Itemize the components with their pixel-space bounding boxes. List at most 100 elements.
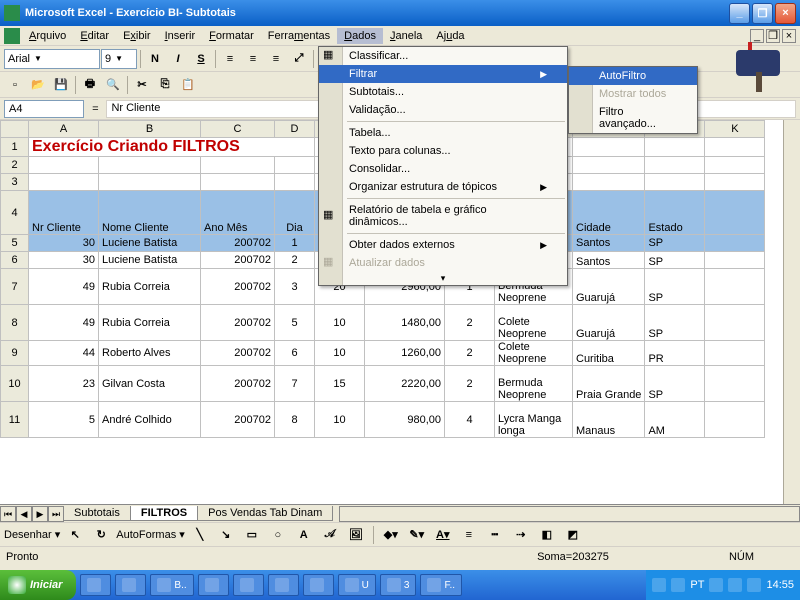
- menu-item[interactable]: ▦Relatório de tabela e gráfico dinâmicos…: [319, 201, 567, 231]
- 3d-button[interactable]: ◩: [562, 524, 584, 546]
- sheet-tab[interactable]: Subtotais: [63, 506, 131, 521]
- tab-nav-next[interactable]: ▶: [32, 506, 48, 522]
- menu-item[interactable]: ▦Classificar...: [319, 47, 567, 65]
- paste-button[interactable]: 📋: [177, 74, 199, 96]
- name-box[interactable]: A4: [4, 100, 84, 118]
- maximize-button[interactable]: ❐: [752, 3, 773, 24]
- oval-button[interactable]: ○: [267, 524, 289, 546]
- doc-close-button[interactable]: ×: [782, 29, 796, 43]
- system-tray[interactable]: PT 14:55: [646, 570, 800, 600]
- line-style-button[interactable]: ≡: [458, 524, 480, 546]
- status-sum: Soma=203275: [537, 551, 609, 563]
- menu-arquivo[interactable]: Arquivo: [22, 28, 73, 44]
- submenu-item[interactable]: Filtro avançado...: [569, 103, 697, 133]
- table-row[interactable]: 9 44Roberto Alves200702 6101260,00 2Cole…: [1, 341, 765, 366]
- shadow-button[interactable]: ◧: [536, 524, 558, 546]
- close-button[interactable]: ×: [775, 3, 796, 24]
- menu-item[interactable]: Consolidar...: [319, 160, 567, 178]
- wordart-button[interactable]: 𝒜: [319, 524, 341, 546]
- menu-item[interactable]: Subtotais...: [319, 83, 567, 101]
- menu-item[interactable]: Filtrar▶: [319, 65, 567, 83]
- tab-nav-first[interactable]: ⏮: [0, 506, 16, 522]
- menu-ferramentas[interactable]: Ferramentas: [261, 28, 337, 44]
- rotate-button[interactable]: ↻: [90, 524, 112, 546]
- taskbar-item[interactable]: [268, 574, 299, 596]
- taskbar-item[interactable]: [198, 574, 229, 596]
- arrow-button[interactable]: ↘: [215, 524, 237, 546]
- table-row[interactable]: 8 49Rubia Correia200702 5101480,00 2Cole…: [1, 305, 765, 341]
- new-button[interactable]: ▫: [4, 74, 26, 96]
- cut-button[interactable]: ✂: [131, 74, 153, 96]
- copy-button[interactable]: ⎘: [154, 74, 176, 96]
- tray-icon[interactable]: [671, 578, 685, 592]
- bold-button[interactable]: N: [144, 48, 166, 70]
- taskbar-item[interactable]: U: [338, 574, 376, 596]
- tray-icon[interactable]: [728, 578, 742, 592]
- menu-expand[interactable]: ▾: [319, 272, 567, 285]
- menu-formatar[interactable]: Formatar: [202, 28, 261, 44]
- draw-menu[interactable]: Desenhar ▾: [4, 528, 60, 541]
- clipart-button[interactable]: 🖼: [345, 524, 367, 546]
- menu-ajuda[interactable]: Ajuda: [429, 28, 471, 44]
- taskbar-item[interactable]: B..: [150, 574, 193, 596]
- select-objects-button[interactable]: ↖: [64, 524, 86, 546]
- tab-nav-prev[interactable]: ◀: [16, 506, 32, 522]
- menu-editar[interactable]: Editar: [73, 28, 116, 44]
- font-color-draw[interactable]: A▾: [432, 524, 454, 546]
- rectangle-button[interactable]: ▭: [241, 524, 263, 546]
- font-size-combo[interactable]: 9▼: [101, 49, 137, 69]
- taskbar-item[interactable]: 3: [380, 574, 417, 596]
- menu-exibir[interactable]: Exibir: [116, 28, 158, 44]
- taskbar-item[interactable]: [303, 574, 334, 596]
- menu-janela[interactable]: Janela: [383, 28, 429, 44]
- start-button[interactable]: Iniciar: [0, 570, 76, 600]
- language-indicator[interactable]: PT: [690, 579, 704, 591]
- task-icon: [157, 578, 171, 592]
- line-color-draw[interactable]: ✎▾: [406, 524, 428, 546]
- fill-color-draw[interactable]: ◆▾: [380, 524, 402, 546]
- open-button[interactable]: 📂: [27, 74, 49, 96]
- tab-nav-last[interactable]: ⏭: [48, 506, 64, 522]
- menu-item[interactable]: Obter dados externos▶: [319, 236, 567, 254]
- arrow-style-button[interactable]: ⇢: [510, 524, 532, 546]
- textbox-button[interactable]: A: [293, 524, 315, 546]
- vertical-scrollbar[interactable]: [783, 120, 800, 504]
- menu-item[interactable]: Validação...: [319, 101, 567, 119]
- dash-style-button[interactable]: ┅: [484, 524, 506, 546]
- taskbar-item[interactable]: [233, 574, 264, 596]
- merge-center-button[interactable]: ⤢: [288, 48, 310, 70]
- autoshapes-menu[interactable]: AutoFormas ▾: [116, 528, 185, 541]
- menu-item[interactable]: Texto para colunas...: [319, 142, 567, 160]
- table-row[interactable]: 10 23Gilvan Costa200702 7152220,00 2Berm…: [1, 366, 765, 402]
- menu-item[interactable]: Tabela...: [319, 124, 567, 142]
- tray-icon[interactable]: [747, 578, 761, 592]
- print-preview-button[interactable]: 🔍: [102, 74, 124, 96]
- align-right-button[interactable]: ≡: [265, 48, 287, 70]
- save-button[interactable]: 💾: [50, 74, 72, 96]
- menu-dados[interactable]: Dados: [337, 28, 383, 44]
- print-button[interactable]: 🖶: [79, 74, 101, 96]
- taskbar-item[interactable]: F..: [420, 574, 462, 596]
- doc-minimize-button[interactable]: _: [750, 29, 764, 43]
- menu-item[interactable]: Organizar estrutura de tópicos▶: [319, 178, 567, 196]
- dados-dropdown[interactable]: ▦Classificar...Filtrar▶Subtotais...Valid…: [318, 46, 568, 286]
- line-button[interactable]: ╲: [189, 524, 211, 546]
- submenu-item[interactable]: AutoFiltro: [569, 67, 697, 85]
- sheet-tab[interactable]: Pos Vendas Tab Dinam: [197, 506, 333, 521]
- filtrar-submenu[interactable]: AutoFiltroMostrar todosFiltro avançado..…: [568, 66, 698, 134]
- horizontal-scrollbar[interactable]: [339, 506, 800, 522]
- doc-restore-button[interactable]: ❐: [766, 29, 780, 43]
- minimize-button[interactable]: _: [729, 3, 750, 24]
- tray-icon[interactable]: [709, 578, 723, 592]
- italic-button[interactable]: I: [167, 48, 189, 70]
- taskbar-item[interactable]: [80, 574, 111, 596]
- align-left-button[interactable]: ≡: [219, 48, 241, 70]
- align-center-button[interactable]: ≡: [242, 48, 264, 70]
- tray-icon[interactable]: [652, 578, 666, 592]
- underline-button[interactable]: S: [190, 48, 212, 70]
- table-row[interactable]: 11 5André Colhido200702 810980,00 4Lycra…: [1, 402, 765, 438]
- sheet-tab[interactable]: FILTROS: [130, 506, 198, 521]
- font-combo[interactable]: Arial▼: [4, 49, 100, 69]
- taskbar-item[interactable]: [115, 574, 146, 596]
- menu-inserir[interactable]: Inserir: [158, 28, 203, 44]
